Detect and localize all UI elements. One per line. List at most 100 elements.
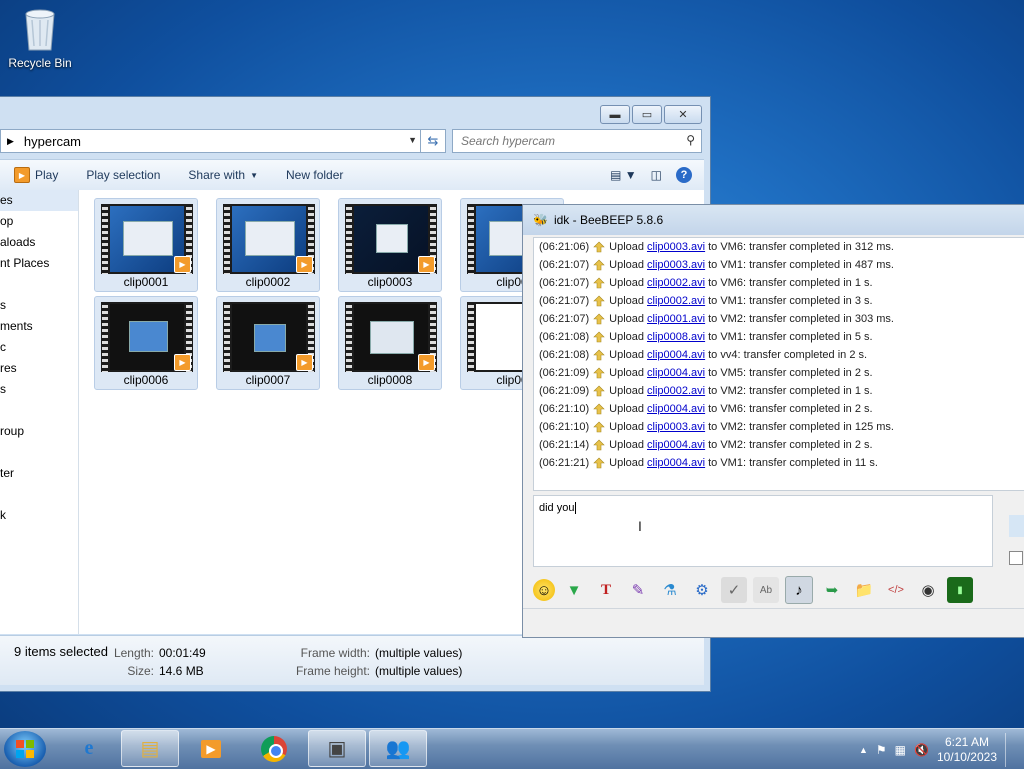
help-icon[interactable]: ?: [676, 167, 692, 183]
file-link[interactable]: clip0004.avi: [647, 400, 705, 418]
file-item[interactable]: ▶ clip0008: [338, 296, 442, 390]
screenshot-icon[interactable]: ◉: [915, 577, 941, 603]
recycle-bin[interactable]: Recycle Bin: [4, 6, 76, 70]
show-desktop-button[interactable]: [1005, 733, 1016, 767]
send-button[interactable]: [1009, 515, 1024, 537]
file-item[interactable]: ▶ clip0007: [216, 296, 320, 390]
word-complete-icon[interactable]: Ab: [753, 577, 779, 603]
details-pane: 9 items selected Length: 00:01:49 Size: …: [0, 635, 704, 685]
nav-item[interactable]: nt Places: [0, 253, 78, 274]
address-bar[interactable]: ▶ hypercam ▼ ⇆: [0, 129, 446, 153]
search-input[interactable]: Search hypercam ⚲: [452, 129, 702, 153]
filter-icon[interactable]: ⚗: [657, 577, 683, 603]
nav-item[interactable]: ter: [0, 463, 78, 484]
internet-explorer-button[interactable]: e: [60, 730, 118, 767]
send-file-icon[interactable]: ➥: [819, 577, 845, 603]
file-link[interactable]: clip0002.avi: [647, 382, 705, 400]
file-item[interactable]: ▶ clip0001: [94, 198, 198, 292]
play-selection-button[interactable]: Play selection: [72, 168, 174, 182]
nav-item[interactable]: aloads: [0, 232, 78, 253]
terminal-icon[interactable]: ▮: [947, 577, 973, 603]
nav-item[interactable]: op: [0, 211, 78, 232]
breadcrumb-arrow-icon[interactable]: ▶: [7, 136, 14, 147]
refresh-button[interactable]: ⇆: [420, 130, 445, 152]
emoticon-icon[interactable]: ☺: [533, 579, 555, 601]
share-with-button[interactable]: Share with ▼: [174, 168, 272, 182]
media-icon: ▶: [296, 354, 313, 371]
explorer-taskbar-button[interactable]: ▤: [121, 730, 179, 767]
upload-icon: [593, 421, 606, 433]
volume-muted-icon[interactable]: 🔇: [914, 743, 929, 757]
file-link[interactable]: clip0002.avi: [647, 292, 705, 310]
file-link[interactable]: clip0004.avi: [647, 346, 705, 364]
color-icon[interactable]: ✎: [625, 577, 651, 603]
search-placeholder: Search hypercam: [461, 134, 556, 148]
media-icon: ▶: [296, 256, 313, 273]
view-options-icon[interactable]: ▤ ▼: [610, 168, 637, 182]
log-row: (06:21:21) Upload clip0004.avi to VM1: tran…: [534, 454, 1024, 472]
html-icon[interactable]: </>: [883, 577, 909, 603]
new-folder-label: New folder: [286, 168, 344, 182]
file-name: clip0007: [245, 373, 291, 387]
file-link[interactable]: clip0003.avi: [647, 256, 705, 274]
spellcheck-icon[interactable]: ✓: [721, 577, 747, 603]
hypercam-button[interactable]: ▣: [308, 730, 366, 767]
network-icon[interactable]: ▦: [895, 743, 906, 757]
nav-item[interactable]: res: [0, 358, 78, 379]
file-link[interactable]: clip0003.avi: [647, 418, 705, 436]
file-link[interactable]: clip0004.avi: [647, 364, 705, 382]
frame-height-value: (multiple values): [375, 664, 463, 678]
file-link[interactable]: clip0001.avi: [647, 310, 705, 328]
close-button[interactable]: ✕: [664, 105, 702, 124]
nav-item[interactable]: [0, 484, 78, 505]
beebeep-taskbar-button[interactable]: 👥: [369, 730, 427, 767]
nav-item[interactable]: s: [0, 295, 78, 316]
sound-icon[interactable]: ♪: [785, 576, 813, 604]
nav-item[interactable]: [0, 274, 78, 295]
chrome-button[interactable]: [245, 730, 303, 767]
file-item[interactable]: ▶ clip0002: [216, 198, 320, 292]
action-center-flag-icon[interactable]: ⚑: [876, 743, 887, 757]
minimize-button[interactable]: ▬: [600, 105, 630, 124]
maximize-button[interactable]: ▭: [632, 105, 662, 124]
file-link[interactable]: clip0008.avi: [647, 328, 705, 346]
file-link[interactable]: clip0004.avi: [647, 454, 705, 472]
emoticon-menu-icon[interactable]: ▼: [561, 577, 587, 603]
clock[interactable]: 6:21 AM 10/10/2023: [937, 735, 997, 765]
internet-explorer-icon: e: [84, 737, 94, 759]
nav-item[interactable]: roup: [0, 421, 78, 442]
file-item[interactable]: ▶ clip0003: [338, 198, 442, 292]
font-icon[interactable]: T: [593, 577, 619, 603]
preview-pane-icon[interactable]: ◫: [651, 168, 662, 182]
settings-icon[interactable]: ⚙: [689, 577, 715, 603]
media-player-button[interactable]: ▶: [182, 730, 240, 767]
nav-item[interactable]: c: [0, 337, 78, 358]
option-checkbox[interactable]: [1009, 551, 1023, 565]
frame-width-label: Frame width:: [300, 646, 370, 660]
nav-item[interactable]: s: [0, 379, 78, 400]
search-icon[interactable]: ⚲: [686, 133, 695, 147]
file-link[interactable]: clip0002.avi: [647, 274, 705, 292]
file-item[interactable]: ▶ clip0006: [94, 296, 198, 390]
start-button[interactable]: [4, 731, 46, 767]
show-hidden-icons-icon[interactable]: ▲: [859, 745, 868, 755]
beebeep-titlebar[interactable]: 🐝 idk - BeeBEEP 5.8.6: [523, 205, 1024, 235]
maximize-icon: ▭: [641, 109, 653, 121]
explorer-toolbar: ▶ Play Play selection Share with ▼ New f…: [0, 159, 704, 191]
file-link[interactable]: clip0004.avi: [647, 436, 705, 454]
new-folder-button[interactable]: New folder: [272, 168, 357, 182]
log-row: (06:21:07) Upload clip0002.avi to VM6: tran…: [534, 274, 1024, 292]
send-folder-icon[interactable]: 📁: [851, 577, 877, 603]
nav-item[interactable]: k: [0, 505, 78, 526]
close-icon: ✕: [678, 109, 688, 121]
nav-item[interactable]: es: [0, 190, 78, 211]
nav-item[interactable]: ments: [0, 316, 78, 337]
file-name: clip0008: [367, 373, 413, 387]
message-input[interactable]: did you I: [533, 495, 993, 567]
address-dropdown-icon[interactable]: ▼: [408, 135, 417, 145]
nav-item[interactable]: [0, 400, 78, 421]
play-button[interactable]: ▶ Play: [0, 167, 72, 183]
nav-item[interactable]: [0, 442, 78, 463]
system-tray: ▲ ⚑ ▦ 🔇 6:21 AM 10/10/2023: [859, 733, 1016, 767]
file-link[interactable]: clip0003.avi: [647, 238, 705, 256]
